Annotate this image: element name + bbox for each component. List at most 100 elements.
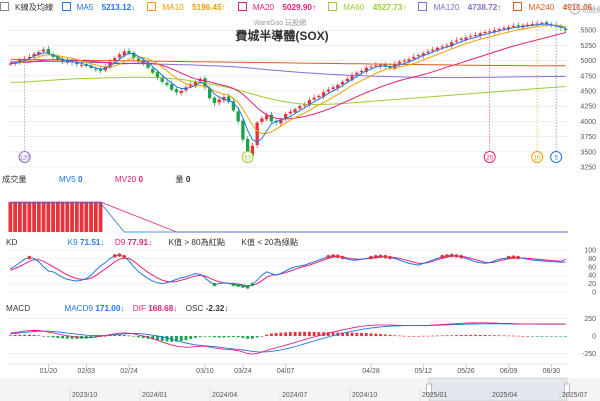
navigator-tick-label: 2023/10	[72, 392, 97, 399]
osc-bar	[478, 334, 482, 336]
osc-bar	[189, 336, 193, 340]
osc-bar	[194, 336, 197, 338]
osc-bar	[279, 332, 283, 336]
kd-overbought-dot	[122, 254, 127, 259]
osc-bar	[360, 332, 363, 336]
osc-bar	[350, 332, 354, 336]
osc-bar	[18, 334, 22, 336]
candle-body	[170, 84, 174, 90]
watermark: WantGoo 玩股網	[254, 18, 306, 27]
osc-bar	[412, 336, 416, 337]
candle-body	[426, 51, 430, 53]
candle-body	[397, 61, 402, 64]
navigator-tick-label: 2025/01	[422, 392, 447, 399]
osc-bar	[469, 334, 473, 336]
osc-bar	[46, 336, 50, 337]
kd-oversold-dot	[231, 282, 236, 287]
chart-root: K線及均線 MA5 5213.12↓ MA10 5196.45↑ MA20 5029…	[0, 0, 600, 401]
x-tick-label: 02/24	[120, 368, 138, 375]
navigator[interactable]: 2023/10 2024/01 2024/04 2024/07 2024/10 2025/…	[0, 377, 600, 401]
volume-bar	[93, 202, 98, 232]
osc-bar	[23, 334, 27, 336]
x-tick-label: 06/09	[500, 368, 518, 375]
osc-bar	[265, 334, 269, 336]
osc-bar	[37, 335, 41, 336]
osc-bar	[540, 336, 544, 337]
osc-bar	[122, 335, 126, 336]
osc-bar	[246, 336, 250, 339]
candle-body	[288, 111, 293, 114]
osc-bar	[255, 336, 259, 338]
marker-20: 20	[483, 31, 496, 163]
osc-bar	[402, 335, 406, 337]
navigator-tick-label: 2024/04	[212, 392, 237, 399]
osc-bar	[507, 335, 511, 337]
volume-bar	[46, 202, 51, 232]
candle-body	[151, 68, 155, 73]
x-tick-label: 04/28	[362, 368, 380, 375]
volume-bar	[65, 202, 70, 232]
osc-bar	[222, 336, 226, 338]
marker-label: 60	[244, 155, 251, 161]
x-tick-label: 05/26	[457, 368, 475, 375]
marker-label: 10	[534, 155, 541, 161]
candle-body	[340, 81, 345, 85]
navigator-tick-label: 2024/10	[352, 392, 377, 399]
y-tick-label: 4500	[580, 88, 596, 95]
osc-bar	[303, 331, 307, 336]
kd-overbought-dot	[506, 255, 511, 260]
candle-body	[174, 89, 179, 93]
candle-body	[117, 54, 122, 58]
candle-body	[431, 49, 435, 51]
candle-body	[79, 64, 84, 66]
osc-bar	[132, 336, 136, 337]
volume-bar	[41, 202, 46, 232]
kd-d-line	[10, 255, 566, 287]
osc-bar	[312, 331, 316, 336]
volume-bars	[8, 201, 568, 233]
osc-bar	[42, 336, 46, 337]
osc-bar	[227, 336, 231, 338]
osc-bar	[459, 335, 463, 336]
osc-bar	[393, 335, 397, 336]
volume-bar	[32, 202, 36, 232]
kd-overbought-dot	[445, 254, 449, 258]
candle-body	[355, 72, 359, 75]
x-tick-label: 03/24	[234, 368, 252, 375]
y-tick-label: 5500	[580, 28, 596, 35]
candle-body	[502, 27, 506, 29]
kd-overbought-dot	[388, 255, 392, 260]
y-tick-label: 4000	[580, 119, 596, 126]
osc-bar	[274, 333, 278, 336]
osc-bar	[32, 334, 36, 336]
volume-bar	[70, 202, 74, 232]
osc-bar	[545, 336, 549, 337]
osc-bar	[284, 332, 288, 336]
candle-body	[264, 115, 269, 120]
osc-bar	[208, 336, 212, 337]
kd-tick-label: 20	[588, 281, 596, 288]
osc-bar	[364, 333, 368, 336]
osc-bar	[383, 334, 387, 336]
volume-bar	[60, 202, 65, 232]
osc-bar	[512, 335, 515, 337]
macd-dif-line	[10, 322, 566, 355]
kd-tick-label: 100	[584, 248, 596, 255]
y-tick-label: 3250	[580, 164, 596, 171]
osc-bar	[374, 333, 378, 336]
osc-bar	[369, 333, 373, 336]
osc-bar	[497, 335, 501, 336]
osc-bar	[564, 336, 568, 337]
candle-body	[345, 78, 349, 82]
osc-bar	[13, 335, 17, 336]
volume-bar	[55, 202, 60, 232]
kd-overbought-dot	[331, 254, 335, 258]
osc-bar	[307, 331, 311, 336]
logo-text: 玩股網	[582, 5, 600, 14]
osc-bar	[288, 332, 292, 336]
x-tick-label: 01/20	[40, 368, 58, 375]
candle-body	[269, 114, 274, 122]
osc-bar	[56, 336, 60, 338]
logo: 玩股網	[569, 3, 600, 15]
osc-bar	[103, 336, 107, 337]
